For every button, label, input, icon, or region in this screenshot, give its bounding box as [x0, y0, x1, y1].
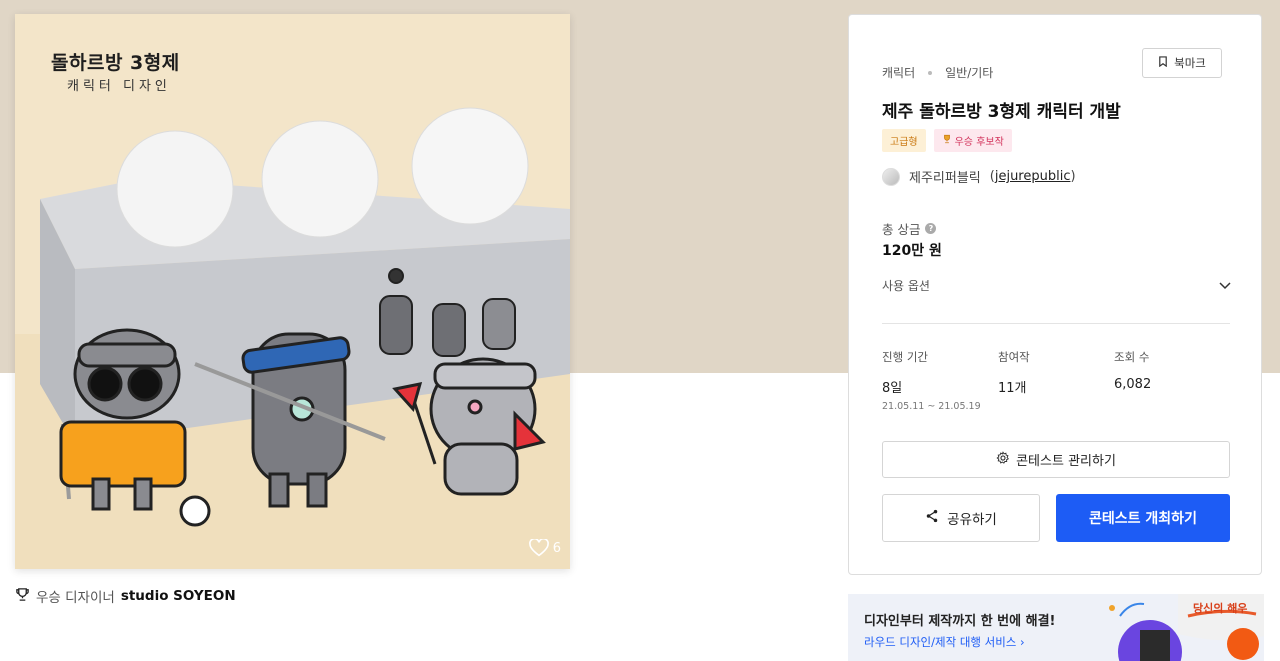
host-id[interactable]: jejurepublic: [995, 169, 1071, 184]
bookmark-label: 북마크: [1174, 56, 1206, 70]
stat-period-value: 8일: [882, 381, 903, 396]
ad-brand-text: 당신의 해우: [1193, 602, 1248, 615]
prize-label: 총 상금 ?: [882, 219, 937, 238]
bookmark-icon: [1158, 56, 1168, 70]
stat-period-label: 진행 기간: [882, 350, 928, 364]
host-contest-button[interactable]: 콘테스트 개최하기: [1056, 494, 1230, 542]
stat-views: 조회 수 6,082: [1114, 349, 1151, 392]
artwork-subtitle: 캐릭터 디자인: [67, 79, 171, 94]
prize-label-text: 총 상금: [882, 222, 921, 237]
designer-badge: 우승 디자이너: [36, 590, 115, 606]
breadcrumb-separator: [928, 70, 933, 75]
share-label: 공유하기: [947, 512, 997, 528]
contest-title: 제주 돌하르방 3형제 캐릭터 개발: [882, 102, 1121, 122]
stat-views-label: 조회 수: [1114, 350, 1150, 364]
winning-designer: 우승 디자이너 studio SOYEON: [15, 586, 236, 606]
breadcrumb-subcategory[interactable]: 일반/기타: [945, 64, 993, 81]
premium-tag: 고급형: [882, 129, 926, 152]
artwork-title: 돌하르방 3형제: [51, 52, 180, 74]
usage-options-dropdown[interactable]: 사용 옵션: [882, 277, 1231, 294]
artwork-illustration: [15, 107, 570, 569]
contest-info-panel: 캐릭터 일반/기타 북마크 제주 돌하르방 3형제 캐릭터 개발 고급형 우승 …: [848, 14, 1262, 575]
like-button[interactable]: 6: [528, 539, 561, 557]
divider: [882, 323, 1230, 324]
stat-participants: 참여작 11개: [998, 349, 1030, 396]
host-id-wrap: (jejurepublic): [989, 169, 1076, 184]
gear-icon: [996, 450, 1010, 469]
share-button[interactable]: 공유하기: [882, 494, 1040, 542]
stat-period: 진행 기간 8일 21.05.11 ~ 21.05.19: [882, 349, 981, 412]
artwork-image[interactable]: 돌하르방 3형제 캐릭터 디자인 6: [15, 14, 570, 569]
ad-link[interactable]: 라우드 디자인/제작 대행 서비스 ›: [864, 634, 1025, 650]
manage-contest-label: 콘테스트 관리하기: [1016, 454, 1116, 469]
trophy-icon: [15, 587, 30, 606]
chevron-down-icon: [1219, 279, 1231, 293]
stat-participants-label: 참여작: [998, 350, 1030, 364]
stat-views-value: 6,082: [1114, 377, 1152, 392]
prize-value: 120만 원: [882, 243, 942, 259]
ad-banner[interactable]: 디자인부터 제작까지 한 번에 해결! 라우드 디자인/제작 대행 서비스 › …: [848, 594, 1264, 661]
stat-period-dates: 21.05.11 ~ 21.05.19: [882, 401, 981, 412]
heart-icon: [528, 539, 549, 557]
like-count: 6: [552, 540, 561, 556]
help-icon[interactable]: ?: [925, 223, 937, 234]
share-icon: [925, 509, 939, 527]
designer-name[interactable]: studio SOYEON: [121, 588, 236, 604]
breadcrumb-category[interactable]: 캐릭터: [882, 64, 915, 81]
award-tag-label: 우승 후보작: [954, 137, 1004, 148]
host-info[interactable]: 제주리퍼블릭 (jejurepublic): [882, 167, 1076, 186]
trophy-icon: [942, 134, 952, 147]
avatar: [882, 167, 900, 186]
bookmark-button[interactable]: 북마크: [1142, 48, 1222, 78]
breadcrumb: 캐릭터 일반/기타: [882, 64, 993, 81]
ad-title: 디자인부터 제작까지 한 번에 해결!: [864, 614, 1056, 629]
stat-participants-value: 11개: [998, 381, 1027, 396]
usage-options-label: 사용 옵션: [882, 279, 930, 293]
host-name: 제주리퍼블릭: [909, 171, 981, 186]
manage-contest-button[interactable]: 콘테스트 관리하기: [882, 441, 1230, 478]
contest-tags: 고급형 우승 후보작: [882, 129, 1012, 152]
award-candidate-tag: 우승 후보작: [933, 129, 1012, 152]
